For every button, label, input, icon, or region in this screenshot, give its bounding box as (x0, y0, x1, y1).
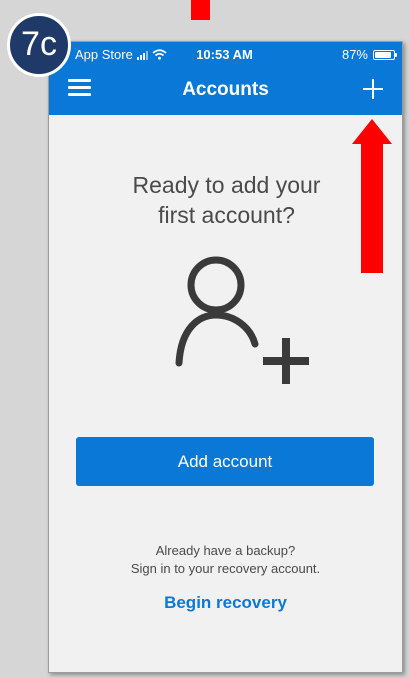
red-up-arrow-icon (352, 119, 392, 273)
phone-screen: App Store 10:53 AM 87% Accounts Ready to… (48, 41, 403, 673)
headline-line-2: first account? (158, 202, 295, 228)
battery-percent: 87% (341, 47, 368, 62)
step-badge: 7c (7, 13, 71, 77)
app-header: App Store 10:53 AM 87% Accounts (49, 42, 402, 115)
headline-line-1: Ready to add your (132, 172, 321, 198)
add-account-button[interactable]: Add account (76, 437, 374, 486)
plus-icon[interactable] (361, 77, 385, 101)
backup-line-2: Sign in to your recovery account. (130, 561, 321, 576)
page-title: Accounts (182, 79, 269, 100)
begin-recovery-link[interactable]: Begin recovery (49, 593, 402, 613)
backup-line-1: Already have a backup? (155, 543, 296, 558)
empty-state-headline: Ready to add your first account? (50, 170, 402, 230)
battery-icon (373, 49, 397, 60)
battery-fill (375, 51, 391, 58)
top-arrow-stub (191, 0, 210, 20)
backup-message: Already have a backup? Sign in to your r… (49, 542, 402, 578)
status-right: 87% (341, 47, 397, 62)
person-add-icon (175, 256, 309, 384)
status-bar: App Store 10:53 AM 87% (49, 42, 402, 68)
